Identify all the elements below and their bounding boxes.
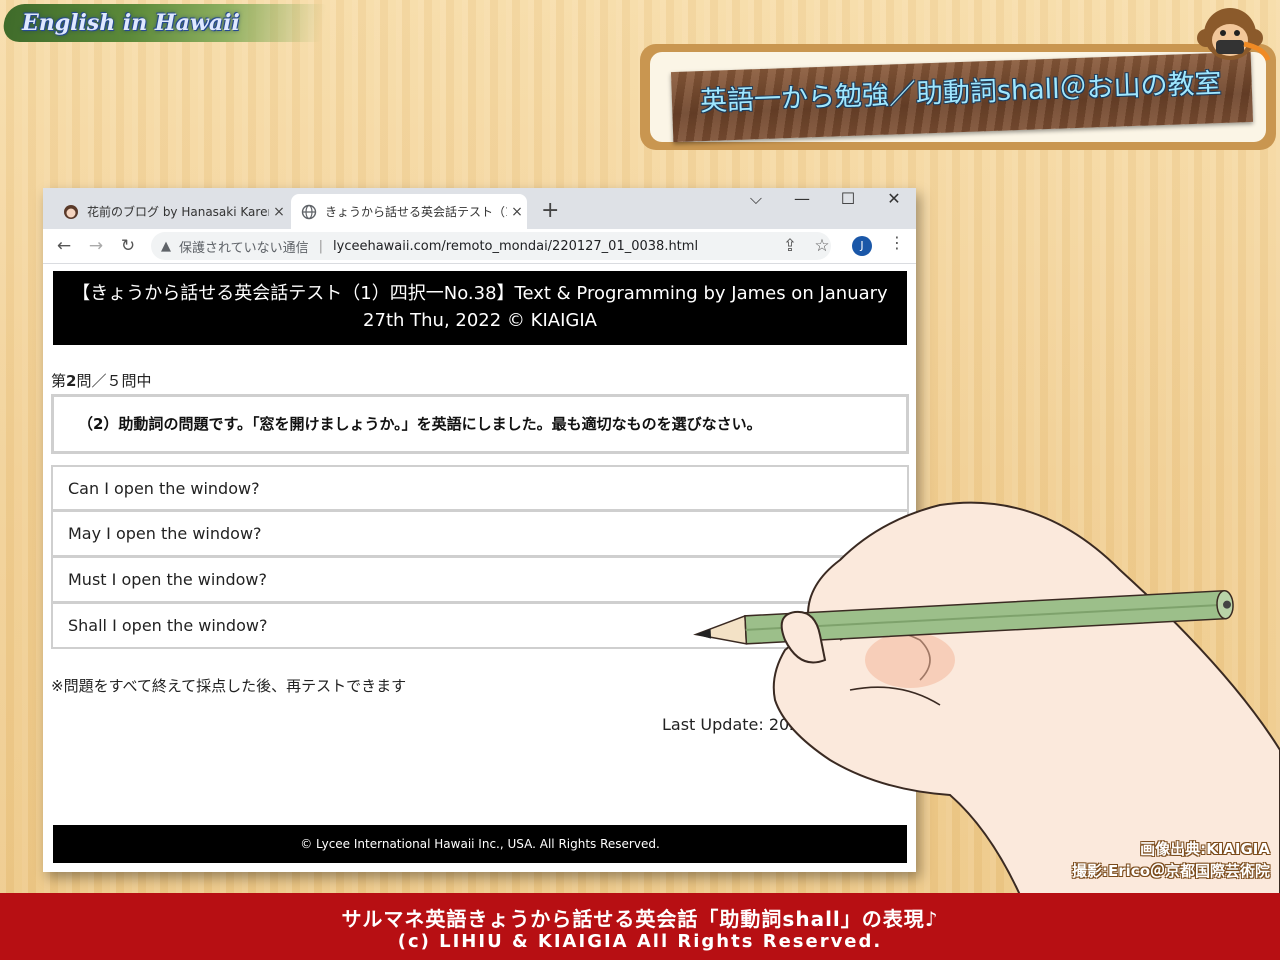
address-toolbar: ← → ↻ ▲ 保護されていない通信 | lyceehawaii.com/rem…: [43, 229, 916, 264]
insecure-label: 保護されていない通信: [179, 240, 309, 256]
site-logo: English in Hawaii: [1, 4, 327, 42]
tab-title: きょうから話せる英会話テスト（1）四択一No.38: [325, 205, 507, 219]
monkey-mascot-icon: [1197, 8, 1271, 61]
site-logo-text: English in Hawaii: [22, 10, 240, 36]
tab-test[interactable]: きょうから話せる英会話テスト（1）四択一No.38 ×: [291, 194, 527, 229]
minimize-button[interactable]: —: [780, 188, 824, 212]
question-box: （2）助動詞の問題です。「窓を開けましょうか。」を英語にしました。最も適切なもの…: [51, 394, 909, 454]
tab-strip: 花前のブログ by Hanasaki Karen × きょうから話せる英会話テス…: [43, 188, 916, 229]
forward-button[interactable]: →: [84, 234, 108, 258]
tab-blog[interactable]: 花前のブログ by Hanasaki Karen ×: [53, 194, 289, 229]
url-text: lyceehawaii.com/remoto_mondai/220127_01_…: [333, 238, 699, 254]
bottom-copyright: (c) LIHIU & KIAIGIA All Rights Reserved.: [397, 931, 883, 952]
counter-prefix: 第: [51, 372, 67, 390]
bottom-banner: サルマネ英語きょうから話せる英会話「助動詞shall」の表現♪ (c) LIHI…: [0, 893, 1280, 960]
close-window-button[interactable]: ✕: [872, 188, 916, 212]
blog-favicon-icon: [64, 204, 78, 219]
test-title: 【きょうから話せる英会話テスト（1）四択一No.38】Text & Progra…: [53, 271, 907, 345]
bottom-title: サルマネ英語きょうから話せる英会話「助動詞shall」の表現♪: [341, 907, 939, 931]
credit-source: 画像出典:KIAIGIA: [1140, 840, 1270, 858]
reload-button[interactable]: ↻: [116, 234, 140, 258]
photo-credits: 画像出典:KIAIGIA 撮影:Erico＠京都国際芸術院: [1072, 838, 1270, 882]
browser-menu-icon[interactable]: ⋮: [889, 233, 905, 252]
hand-with-pencil-illustration: [693, 501, 1280, 895]
tab-close-icon[interactable]: ×: [269, 204, 289, 220]
tab-title: 花前のブログ by Hanasaki Karen: [87, 205, 269, 219]
address-bar[interactable]: ▲ 保護されていない通信 | lyceehawaii.com/remoto_mo…: [151, 232, 831, 260]
tab-search-chevron-icon[interactable]: ⌵: [734, 188, 778, 212]
credit-photographer: 撮影:Erico＠京都国際芸術院: [1072, 862, 1270, 880]
globe-icon: [301, 204, 317, 219]
question-counter: 第2問／５問中: [51, 370, 151, 391]
tab-close-icon[interactable]: ×: [507, 204, 527, 220]
profile-avatar[interactable]: J: [852, 236, 872, 256]
warning-icon[interactable]: ▲: [161, 239, 171, 254]
maximize-button[interactable]: ☐: [826, 188, 870, 212]
back-button[interactable]: ←: [52, 234, 76, 258]
counter-number: 2: [66, 372, 77, 390]
share-icon[interactable]: ⇪: [778, 234, 802, 258]
counter-suffix: 問／５問中: [76, 372, 152, 390]
retest-note: ※問題をすべて終えて採点した後、再テストできます: [51, 677, 407, 695]
new-tab-button[interactable]: +: [541, 198, 559, 223]
address-separator: |: [318, 238, 324, 254]
bookmark-star-icon[interactable]: ☆: [810, 234, 834, 258]
